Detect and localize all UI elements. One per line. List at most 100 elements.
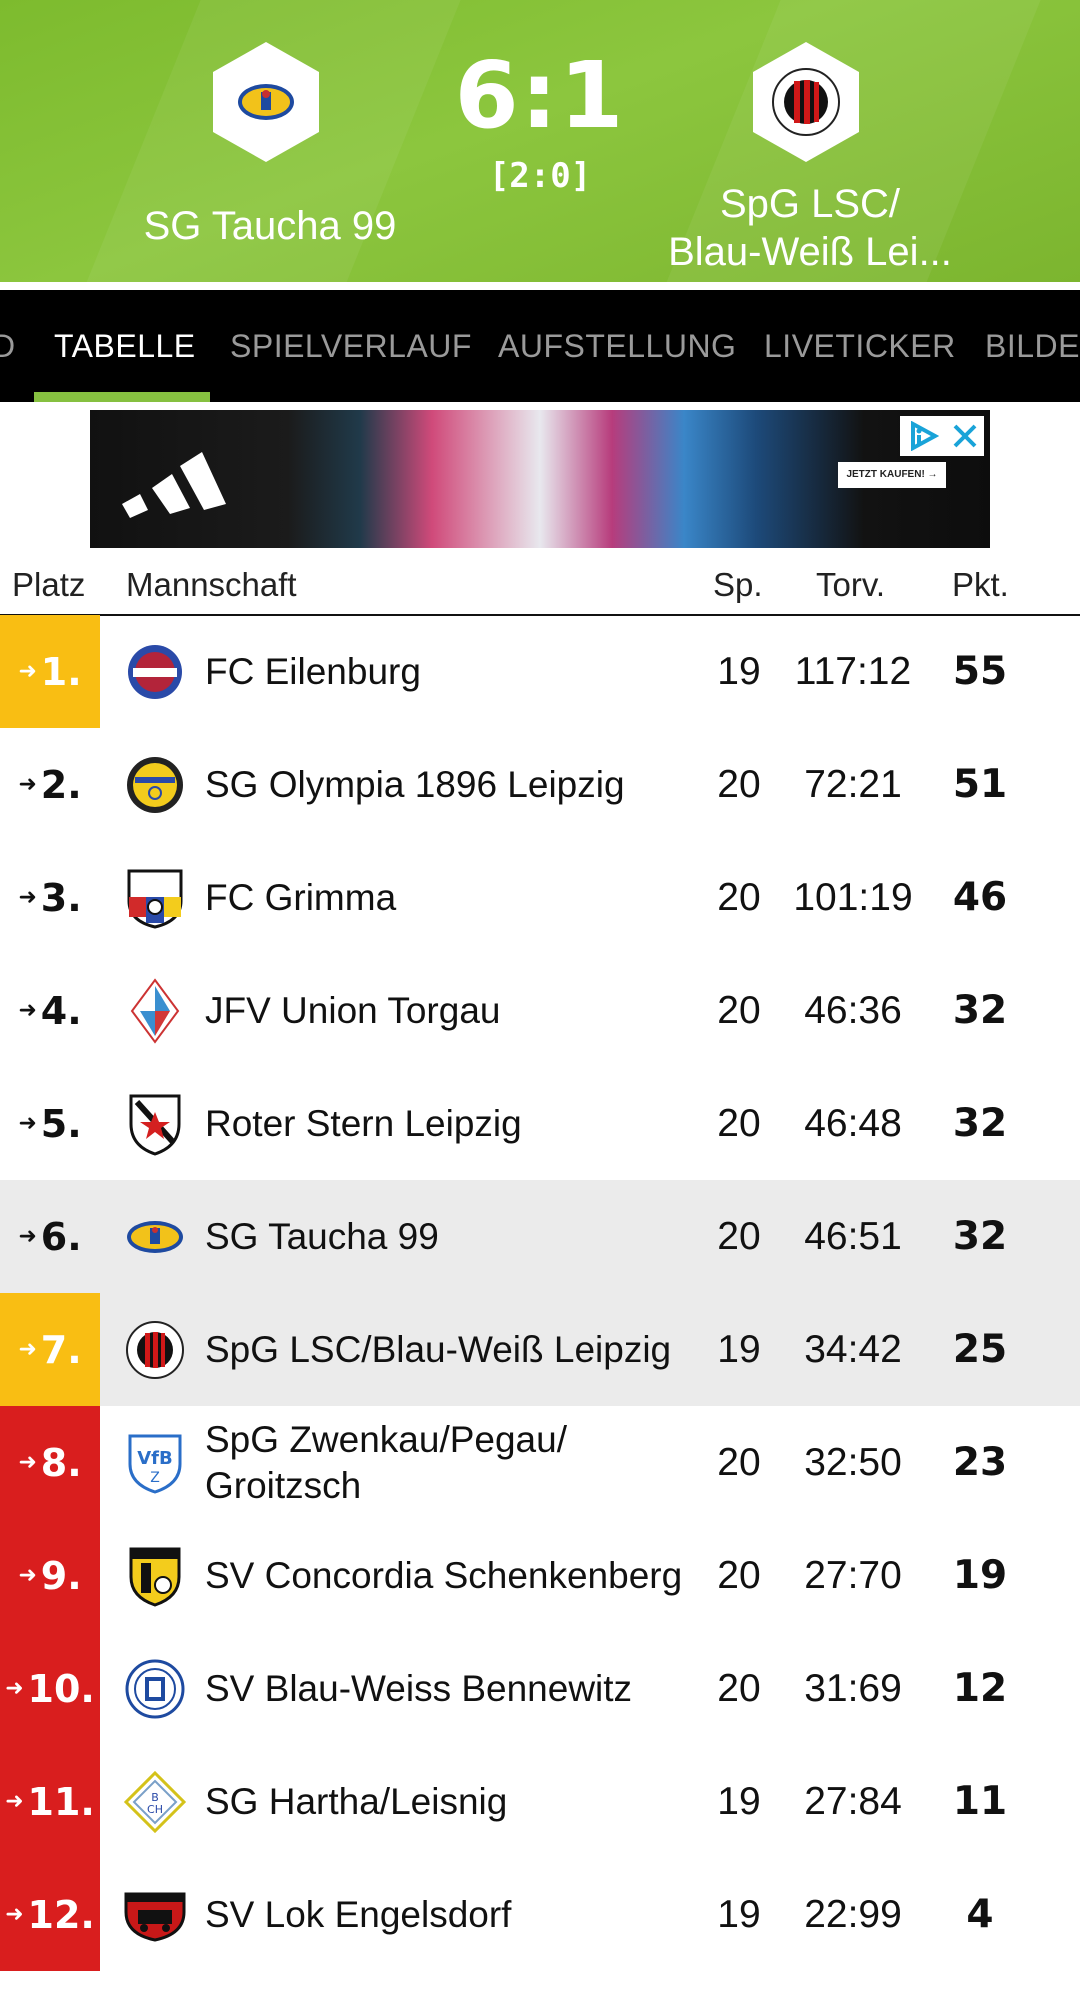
sg-hartha-crest-icon: BCH — [124, 1771, 186, 1833]
table-row[interactable]: ➜ 9. SV Concordia Schenkenberg 20 27:70 1… — [0, 1519, 1080, 1632]
team-name[interactable]: Roter Stern Leipzig — [205, 1067, 700, 1180]
table-row[interactable]: ➜ 11. B CH SG Hartha/Leisnig 19 27:84 11 — [0, 1745, 1080, 1858]
table-row[interactable]: ➜ 2. SG Olympia 1896 Leipzig 20 72:21 51 — [0, 728, 1080, 841]
tab-tabelle[interactable]: TABELLE — [54, 290, 196, 402]
team-crest — [124, 978, 186, 1044]
rank-number: 2. — [40, 762, 82, 807]
team-crest — [124, 867, 186, 929]
goal-ratio: 22:99 — [804, 1893, 902, 1936]
games-played: 20 — [717, 1554, 761, 1597]
team-crest — [124, 1206, 186, 1268]
table-row[interactable]: ➜ 4. JFV Union Torgau 20 46:36 32 — [0, 954, 1080, 1067]
table-row[interactable]: ➜ 1. FC Eilenburg 19 117:12 55 — [0, 615, 1080, 728]
points: 55 — [952, 649, 1008, 694]
lsc-crest-icon — [126, 1321, 184, 1379]
active-tab-indicator — [34, 392, 210, 402]
svg-text:CH: CH — [147, 1803, 163, 1816]
arrow-right-icon: ➜ — [18, 885, 37, 910]
team-crest: B CH — [124, 1771, 186, 1833]
table-header: Platz Mannschaft Sp. Torv. Pkt. — [0, 560, 1080, 616]
col-mannschaft: Mannschaft — [126, 566, 297, 603]
rank-number: 9. — [40, 1553, 82, 1598]
goal-ratio: 72:21 — [804, 763, 902, 806]
team-name[interactable]: SG Olympia 1896 Leipzig — [205, 728, 700, 841]
arrow-right-icon: ➜ — [5, 1789, 24, 1814]
lsc-crest-icon — [772, 68, 840, 136]
team-name[interactable]: SV Blau-Weiss Bennewitz — [205, 1632, 700, 1745]
table-row[interactable]: ➜ 10. SV Blau-Weiss Bennewitz 20 31:69 12 — [0, 1632, 1080, 1745]
points: 19 — [952, 1553, 1008, 1598]
points: 11 — [952, 1779, 1008, 1824]
rank-cell: ➜ 6. — [0, 1180, 100, 1293]
rank-cell: ➜ 3. — [0, 841, 100, 954]
rank-cell: ➜ 11. — [0, 1745, 100, 1858]
points: 4 — [966, 1892, 994, 1937]
points: 46 — [952, 875, 1008, 920]
table-row[interactable]: ➜ 12. SV Lok Engelsdorf 19 22:99 4 — [0, 1858, 1080, 1971]
tab-liveticker[interactable]: LIVETICKER — [764, 290, 956, 402]
team-name[interactable]: FC Eilenburg — [205, 615, 700, 728]
games-played: 20 — [717, 1102, 761, 1145]
games-played: 20 — [717, 989, 761, 1032]
team-name[interactable]: SpG LSC/Blau-Weiß Leipzig — [205, 1293, 700, 1406]
ad-choices-icon[interactable] — [907, 421, 939, 451]
team-name[interactable]: SV Concordia Schenkenberg — [205, 1519, 700, 1632]
rank-cell: ➜ 5. — [0, 1067, 100, 1180]
tab-aufstellung[interactable]: AUFSTELLUNG — [498, 290, 736, 402]
close-icon[interactable] — [952, 423, 978, 449]
team-name[interactable]: SG Hartha/Leisnig — [205, 1745, 700, 1858]
points: 23 — [952, 1440, 1008, 1485]
table-row-current-team[interactable]: ➜ 7. SpG LSC/Blau-Weiß Leipzig 19 34:42 2… — [0, 1293, 1080, 1406]
sv-bennewitz-crest-icon — [125, 1659, 185, 1719]
rank-number: 10. — [27, 1666, 95, 1711]
games-played: 19 — [717, 650, 761, 693]
tab-spielverlauf[interactable]: SPIELVERLAUF — [230, 290, 472, 402]
team-name[interactable]: FC Grimma — [205, 841, 700, 954]
table-row[interactable]: ➜ 3. FC Grimma 20 101:19 46 — [0, 841, 1080, 954]
ad-choices[interactable] — [900, 416, 984, 456]
team-crest — [124, 1545, 186, 1607]
tab-previous[interactable]: D — [0, 290, 16, 402]
table-row[interactable]: ➜ 5. Roter Stern Leipzig 20 46:48 32 — [0, 1067, 1080, 1180]
team-crest — [124, 1884, 186, 1946]
rank-number: 1. — [40, 649, 82, 694]
rank-cell: ➜ 8. — [0, 1406, 100, 1519]
table-row-current-team[interactable]: ➜ 6. SG Taucha 99 20 46:51 32 — [0, 1180, 1080, 1293]
rank-cell: ➜ 4. — [0, 954, 100, 1067]
rank-cell: ➜ 9. — [0, 1519, 100, 1632]
taucha-crest-icon — [238, 84, 294, 120]
team-crest: VfB Z — [124, 1432, 186, 1494]
team-crest — [124, 754, 186, 816]
goal-ratio: 31:69 — [804, 1667, 902, 1710]
rank-cell: ➜ 1. — [0, 615, 100, 728]
goal-ratio: 117:12 — [794, 650, 912, 693]
table-row[interactable]: ➜ 8. VfB Z SpG Zwenkau/Pegau/ Groitzsch 20… — [0, 1406, 1080, 1519]
home-team-name[interactable]: SG Taucha 99 — [90, 202, 450, 250]
fc-eilenburg-crest-icon — [128, 645, 182, 699]
tab-bilder[interactable]: BILDER — [985, 290, 1080, 402]
adidas-logo-icon — [122, 452, 226, 518]
rank-number: 5. — [40, 1101, 82, 1146]
roter-stern-crest-icon — [129, 1094, 181, 1156]
halftime-score: [2:0] — [488, 156, 592, 196]
team-name[interactable]: JFV Union Torgau — [205, 954, 700, 1067]
team-name[interactable]: SV Lok Engelsdorf — [205, 1858, 700, 1971]
match-header: SG Taucha 99 SpG LSC/ Blau-Weiß Lei... 6… — [0, 0, 1080, 282]
ad-banner[interactable]: JETZT KAUFEN! → — [90, 410, 990, 548]
goal-ratio: 27:70 — [804, 1554, 902, 1597]
rank-number: 3. — [40, 875, 82, 920]
ad-cta-button[interactable]: JETZT KAUFEN! → — [838, 462, 946, 488]
away-team-name[interactable]: SpG LSC/ Blau-Weiß Lei... — [640, 180, 980, 276]
fc-grimma-crest-icon — [127, 869, 183, 929]
rank-number: 8. — [40, 1440, 82, 1485]
team-crest — [124, 1319, 186, 1381]
arrow-right-icon: ➜ — [5, 1902, 24, 1927]
arrow-right-icon: ➜ — [18, 659, 37, 684]
games-played: 19 — [717, 1893, 761, 1936]
rank-number: 12. — [27, 1892, 95, 1937]
rank-cell: ➜ 12. — [0, 1858, 100, 1971]
team-name[interactable]: SG Taucha 99 — [205, 1180, 700, 1293]
col-sp: Sp. — [713, 566, 763, 603]
arrow-right-icon: ➜ — [18, 1224, 37, 1249]
team-name[interactable]: SpG Zwenkau/Pegau/ Groitzsch — [205, 1406, 700, 1519]
